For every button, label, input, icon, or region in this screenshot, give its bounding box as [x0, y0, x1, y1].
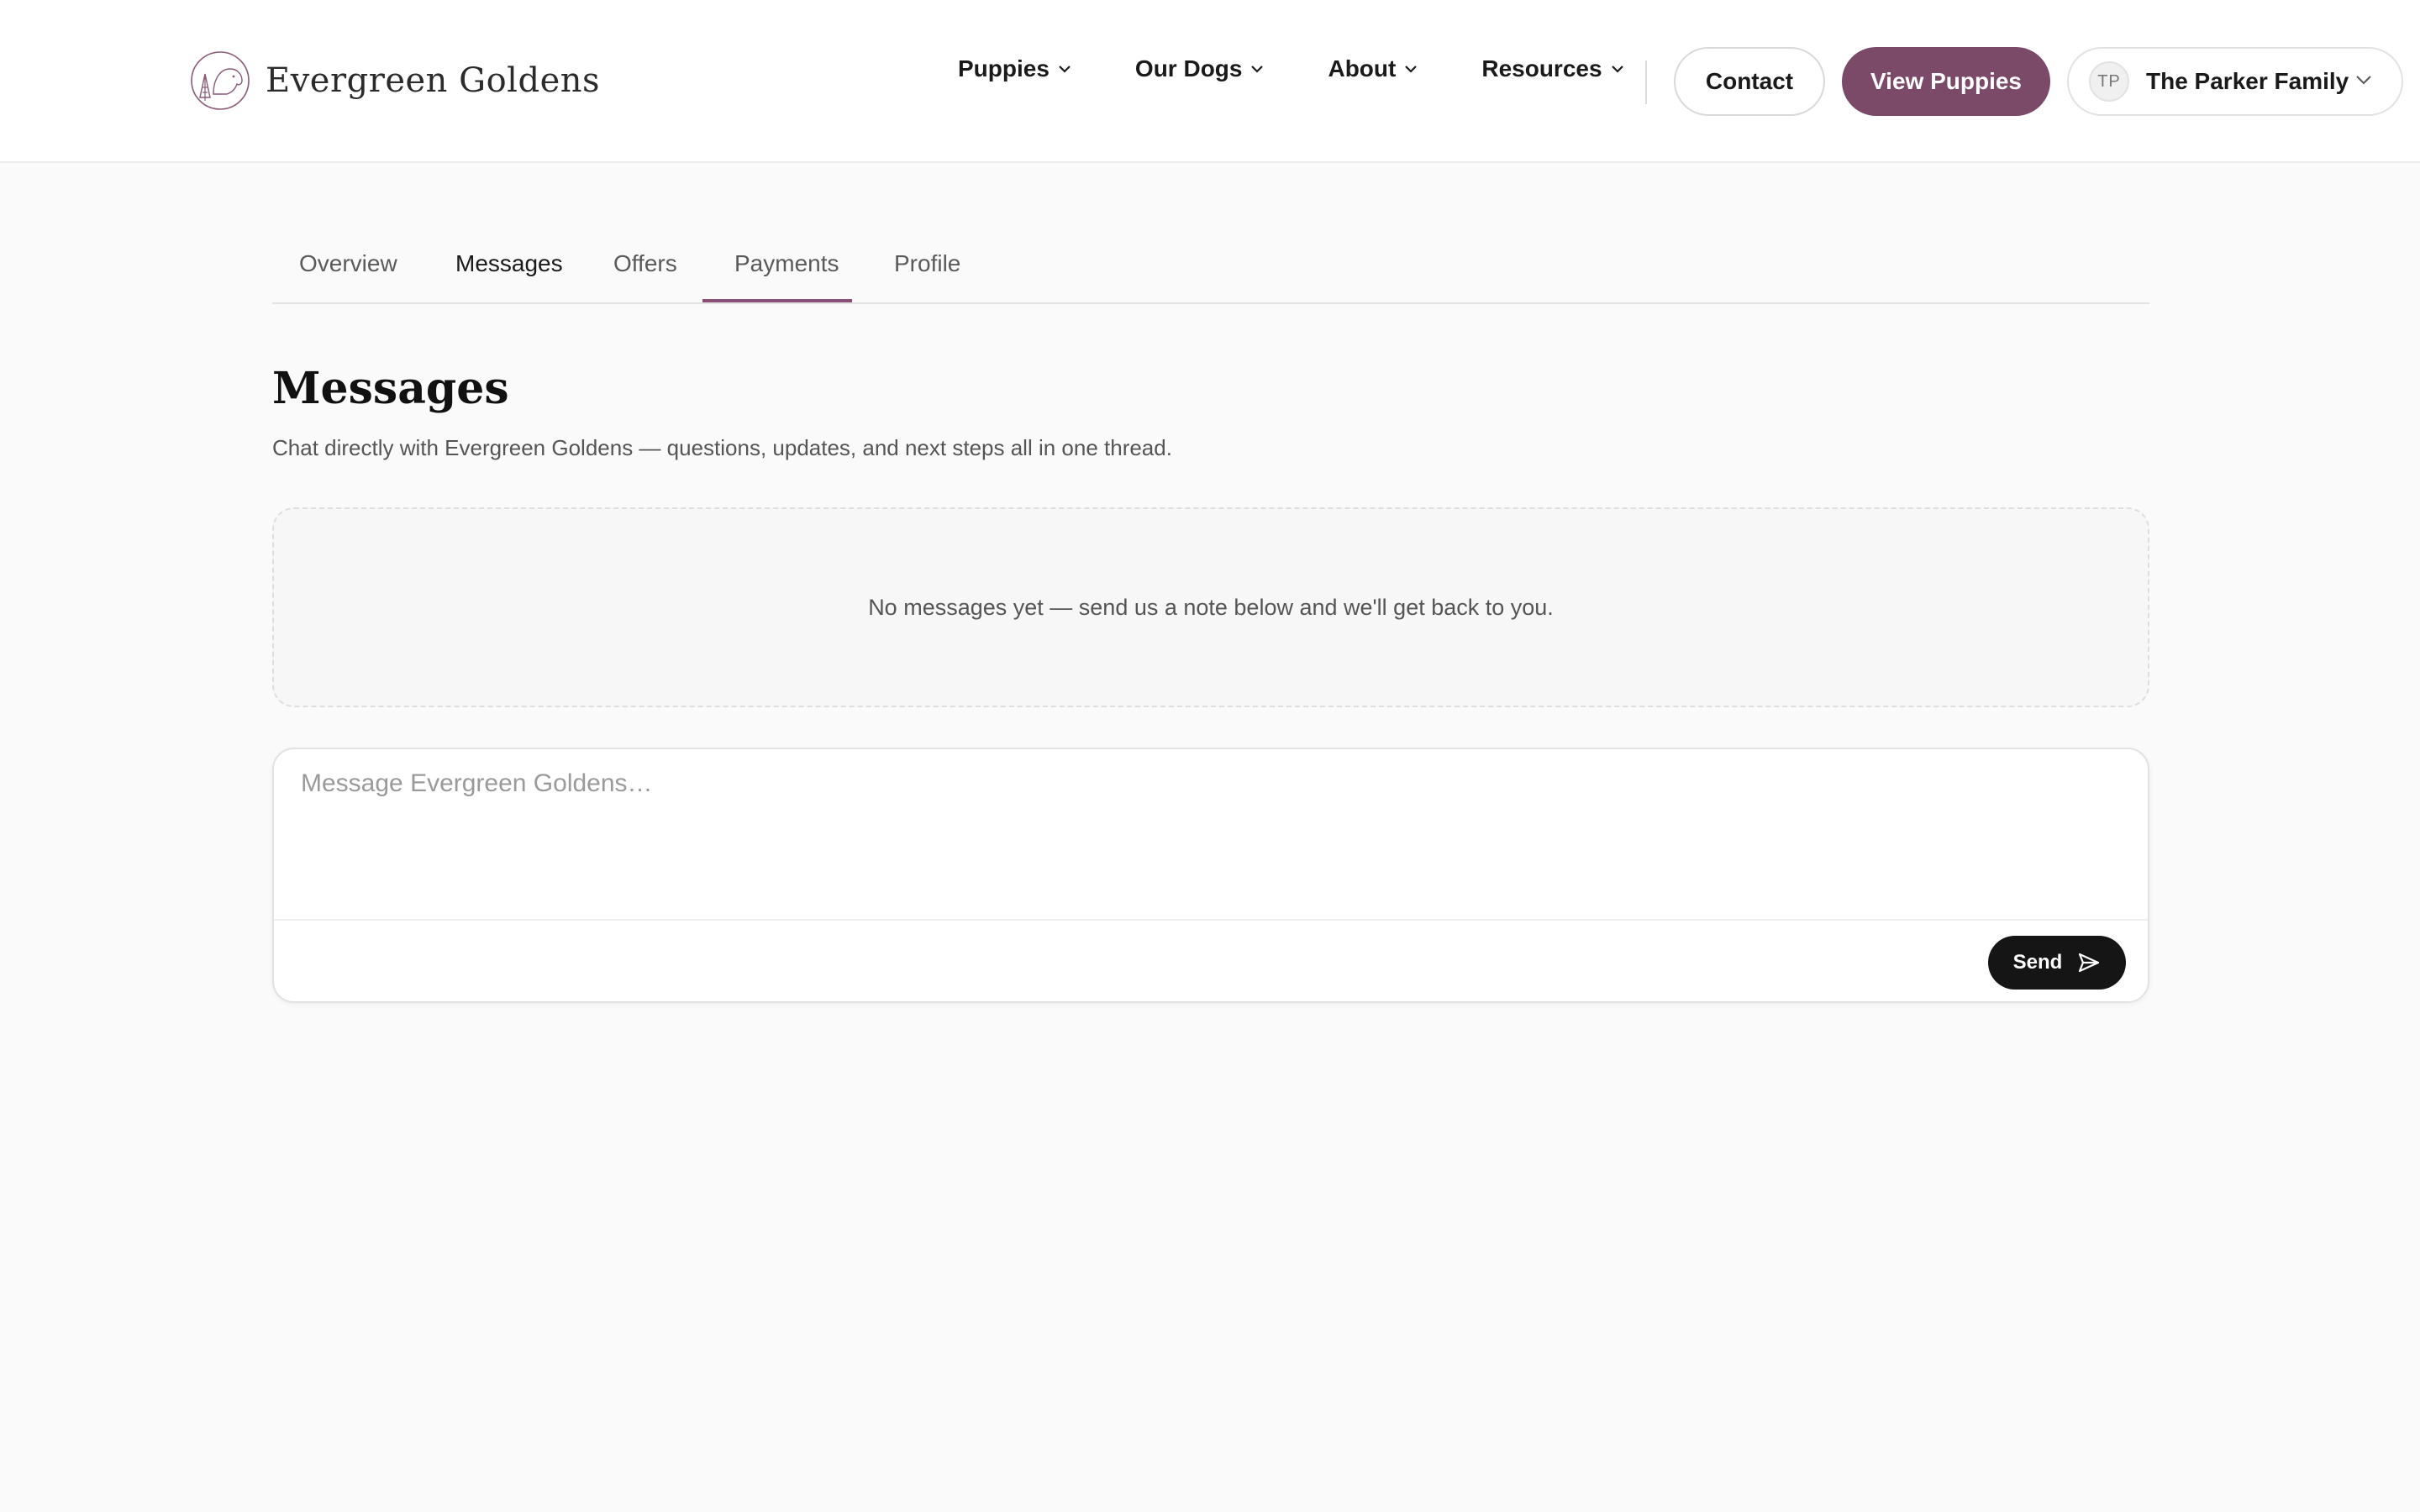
chevron-down-icon	[1251, 66, 1264, 73]
send-label: Send	[2012, 951, 2063, 974]
page-subtitle: Chat directly with Evergreen Goldens — q…	[272, 435, 1172, 460]
avatar: TP	[2089, 61, 2129, 102]
nav-item-resources[interactable]: Resources	[1481, 55, 1623, 82]
nav-item-label: Our Dogs	[1134, 55, 1243, 81]
tab-payments[interactable]: Payments	[734, 250, 839, 277]
nav-item-about[interactable]: About	[1328, 55, 1418, 82]
view-puppies-button[interactable]: View Puppies	[1842, 47, 2050, 116]
account-name: The Parker Family	[2146, 68, 2349, 94]
main-nav: Puppies Our Dogs About Resources	[958, 55, 1688, 82]
site-header: Evergreen Goldens Puppies Our Dogs About…	[0, 0, 2420, 163]
account-tabs: Overview Messages Offers Payments Profil…	[272, 225, 2149, 304]
account-menu[interactable]: TP The Parker Family	[2067, 47, 2403, 116]
nav-divider	[1645, 60, 1647, 104]
empty-state-text: No messages yet — send us a note below a…	[868, 594, 1554, 620]
chevron-down-icon	[2356, 76, 2371, 85]
brand-name: Evergreen Goldens	[266, 61, 601, 100]
chevron-down-icon	[1405, 66, 1418, 73]
nav-item-label: Puppies	[958, 55, 1050, 81]
nav-item-puppies[interactable]: Puppies	[958, 55, 1071, 82]
tab-offers[interactable]: Offers	[613, 250, 677, 277]
tab-overview[interactable]: Overview	[299, 250, 397, 277]
send-button[interactable]: Send	[1988, 936, 2126, 990]
brand-logo[interactable]: Evergreen Goldens	[188, 50, 600, 111]
chevron-down-icon	[1611, 66, 1623, 73]
tab-profile[interactable]: Profile	[894, 250, 960, 277]
nav-item-label: Resources	[1481, 55, 1602, 81]
messages-empty-state: No messages yet — send us a note below a…	[272, 507, 2149, 707]
message-composer: Send	[272, 748, 2149, 1003]
composer-divider	[274, 919, 2148, 921]
nav-item-our-dogs[interactable]: Our Dogs	[1135, 55, 1265, 82]
page-title: Messages	[272, 363, 509, 414]
nav-item-label: About	[1328, 55, 1397, 81]
paper-plane-icon	[2079, 953, 2100, 973]
dog-tree-logo-icon	[191, 51, 250, 110]
contact-button[interactable]: Contact	[1674, 47, 1825, 116]
tab-messages[interactable]: Messages	[455, 250, 563, 277]
chevron-down-icon	[1059, 66, 1071, 73]
message-input[interactable]	[299, 768, 2106, 894]
active-tab-indicator	[702, 299, 852, 302]
